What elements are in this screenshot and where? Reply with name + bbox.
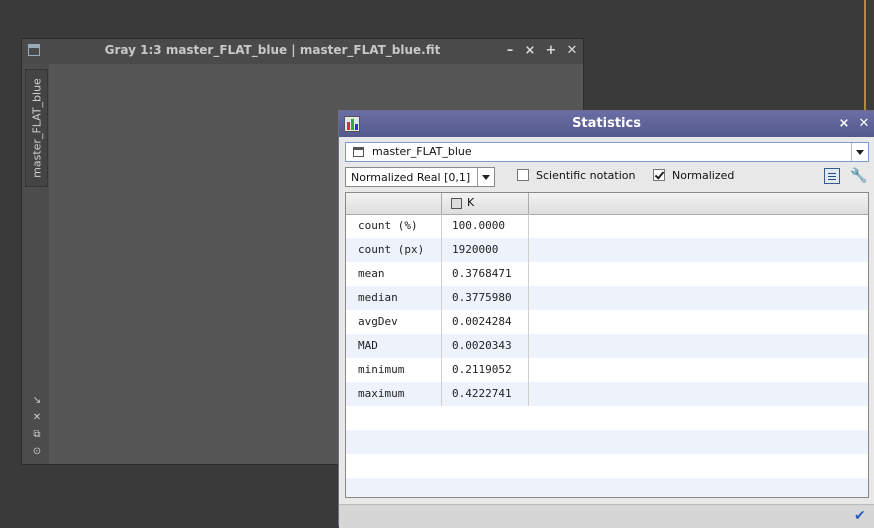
statistics-title: Statistics	[572, 116, 641, 131]
dialog-bottom-bar: ✔	[339, 504, 874, 528]
image-view-icon	[353, 147, 364, 157]
table-row[interactable]: count (px) 1920000	[346, 238, 868, 262]
maximize-button[interactable]: +	[543, 43, 559, 59]
table-row[interactable]: avgDev 0.0024284	[346, 310, 868, 334]
window-icon[interactable]	[28, 44, 40, 56]
statistics-dialog[interactable]: Statistics ⨯ ✕ master_FLAT_blue Normaliz…	[338, 110, 874, 528]
format-selector-value: Normalized Real [0,1]	[351, 171, 471, 184]
channel-header: K	[467, 196, 475, 209]
chevron-down-icon[interactable]	[477, 168, 494, 186]
stat-name: count (%)	[358, 219, 418, 232]
stat-name: maximum	[358, 387, 405, 400]
stat-value: 0.3768471	[452, 267, 512, 280]
statistics-table[interactable]: K count (%) 100.0000 count (px) 1920000 mean…	[345, 192, 869, 498]
table-row[interactable]: MAD 0.0020343	[346, 334, 868, 358]
text-output-icon[interactable]	[824, 168, 840, 184]
normalized-checkbox[interactable]	[653, 169, 665, 181]
table-header: K	[346, 193, 868, 215]
stat-value: 0.2119052	[452, 363, 512, 376]
table-row[interactable]: median 0.3775980	[346, 286, 868, 310]
shade-button[interactable]: ⨯	[836, 116, 852, 132]
zoom-to-fit-icon[interactable]: ↘	[31, 395, 43, 407]
table-row[interactable]	[346, 406, 868, 430]
wrench-icon[interactable]: 🔧	[850, 168, 867, 184]
statistics-titlebar[interactable]: Statistics ⨯ ✕	[339, 111, 874, 137]
table-row[interactable]	[346, 430, 868, 454]
stat-name: count (px)	[358, 243, 425, 256]
table-row[interactable]	[346, 454, 868, 478]
scientific-notation-label: Scientific notation	[536, 169, 636, 182]
table-row[interactable]: mean 0.3768471	[346, 262, 868, 286]
view-selector[interactable]: master_FLAT_blue	[345, 142, 869, 162]
table-row[interactable]	[346, 478, 868, 497]
target-icon[interactable]: ⊙	[31, 446, 43, 458]
view-selector-value: master_FLAT_blue	[372, 145, 472, 158]
channel-checkbox[interactable]	[451, 198, 462, 209]
view-identifier-tab[interactable]: master_FLAT_blue	[25, 69, 48, 187]
stat-name: mean	[358, 267, 385, 280]
stat-value: 100.0000	[452, 219, 505, 232]
stat-value: 0.0020343	[452, 339, 512, 352]
stat-value: 0.3775980	[452, 291, 512, 304]
stat-value: 1920000	[452, 243, 499, 256]
stat-value: 0.4222741	[452, 387, 512, 400]
minimize-button[interactable]: –	[502, 43, 518, 59]
normalized-label: Normalized	[672, 169, 735, 182]
shade-button[interactable]: ⨯	[522, 43, 538, 59]
clone-icon[interactable]: ⧉	[31, 429, 43, 441]
table-row[interactable]: count (%) 100.0000	[346, 214, 868, 238]
apply-check-icon[interactable]: ✔	[854, 509, 868, 523]
stat-name: MAD	[358, 339, 378, 352]
right-gutter	[866, 0, 874, 110]
stat-name: minimum	[358, 363, 405, 376]
chevron-down-icon[interactable]	[851, 143, 868, 161]
stat-name: median	[358, 291, 398, 304]
table-row[interactable]: minimum 0.2119052	[346, 358, 868, 382]
scientific-notation-checkbox[interactable]	[517, 169, 529, 181]
fit-view-icon[interactable]: ✕	[31, 412, 43, 424]
format-selector[interactable]: Normalized Real [0,1]	[345, 167, 495, 187]
close-button[interactable]: ✕	[564, 43, 580, 59]
stat-name: avgDev	[358, 315, 398, 328]
close-button[interactable]: ✕	[856, 116, 872, 132]
view-identifier-label: master_FLAT_blue	[30, 78, 43, 178]
image-window-titlebar[interactable]: Gray 1:3 master_FLAT_blue | master_FLAT_…	[22, 39, 583, 65]
table-row[interactable]: maximum 0.4222741	[346, 382, 868, 406]
stat-value: 0.0024284	[452, 315, 512, 328]
image-window-title: Gray 1:3 master_FLAT_blue | master_FLAT_…	[104, 43, 441, 57]
